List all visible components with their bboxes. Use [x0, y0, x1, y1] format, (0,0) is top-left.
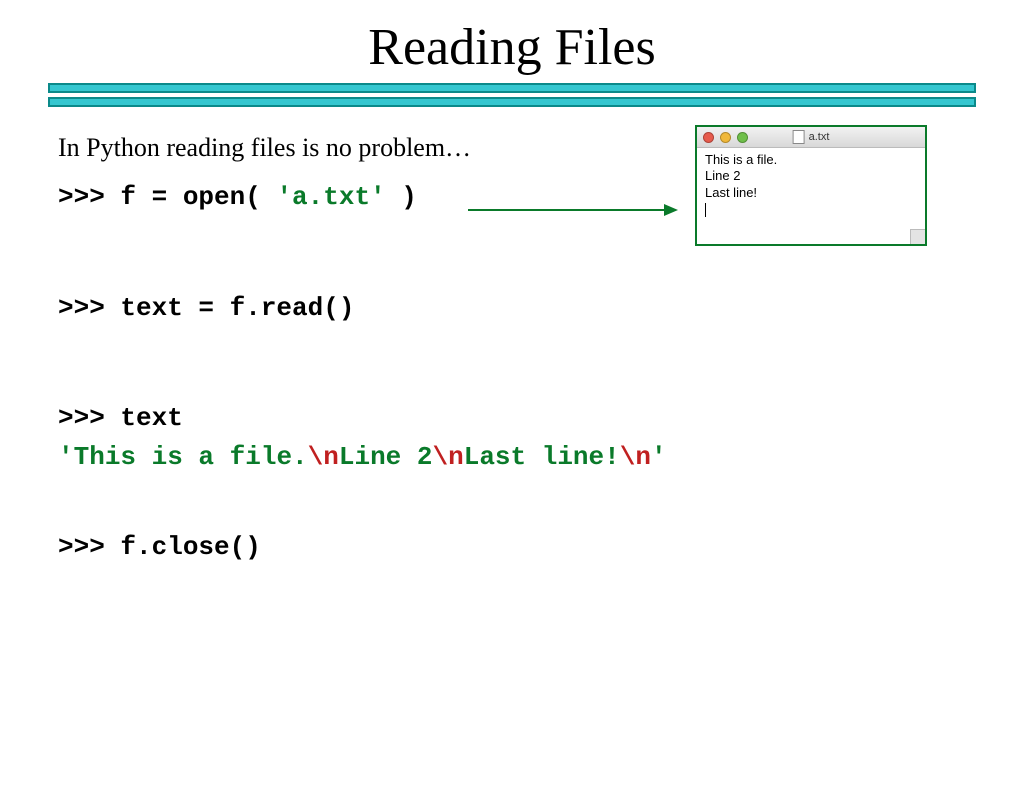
- quote: ': [651, 442, 667, 472]
- traffic-light-close-icon: [703, 132, 714, 143]
- file-line: Line 2: [705, 168, 917, 184]
- arrow-icon: [468, 200, 678, 220]
- close-paren: ): [386, 182, 417, 212]
- traffic-light-zoom-icon: [737, 132, 748, 143]
- escape-sequence: \n: [433, 442, 464, 472]
- result-part: This is a file.: [74, 442, 308, 472]
- traffic-light-minimize-icon: [720, 132, 731, 143]
- quote: ': [58, 442, 74, 472]
- file-line: Last line!: [705, 185, 917, 201]
- file-line: This is a file.: [705, 152, 917, 168]
- text-cursor-icon: [705, 203, 706, 217]
- window-title: a.txt: [793, 130, 830, 144]
- result-part: Line 2: [339, 442, 433, 472]
- escape-sequence: \n: [308, 442, 339, 472]
- code-line-result: 'This is a file.\nLine 2\nLast line!\n': [58, 441, 966, 474]
- code-line-echo: >>> text: [58, 402, 966, 435]
- escape-sequence: \n: [620, 442, 651, 472]
- prompt: >>> f = open(: [58, 182, 276, 212]
- code-line-read: >>> text = f.read(): [58, 292, 966, 325]
- code-line-close: >>> f.close(): [58, 531, 966, 564]
- document-icon: [793, 130, 805, 144]
- resize-grip-icon: [910, 229, 925, 244]
- title-divider: [48, 83, 976, 107]
- string-literal: 'a.txt': [276, 182, 385, 212]
- window-titlebar: a.txt: [697, 127, 925, 148]
- window-filename: a.txt: [809, 131, 830, 143]
- text-file-window: a.txt This is a file. Line 2 Last line!: [695, 125, 927, 246]
- file-contents: This is a file. Line 2 Last line!: [697, 148, 925, 244]
- slide-title: Reading Files: [0, 18, 1024, 77]
- slide-content: In Python reading files is no problem… >…: [0, 121, 1024, 564]
- result-part: Last line!: [464, 442, 620, 472]
